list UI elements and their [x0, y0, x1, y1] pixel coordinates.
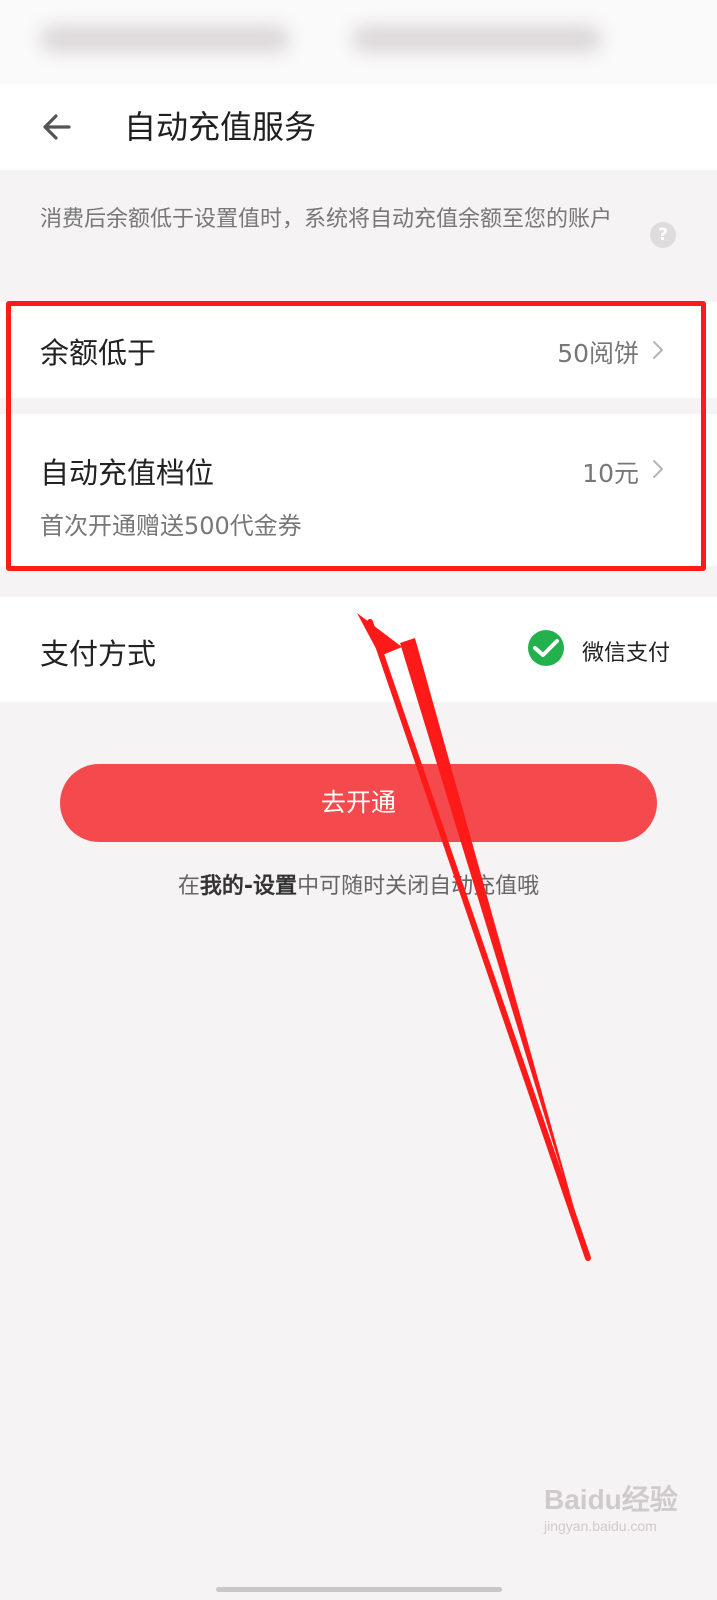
watermark-logo: Baidu经验 [544, 1484, 678, 1515]
watermark-url: jingyan.baidu.com [544, 1518, 657, 1534]
baidu-watermark: Baidu经验 jingyan.baidu.com [544, 1478, 678, 1534]
home-indicator [216, 1587, 502, 1592]
annotation-arrow [357, 613, 591, 1261]
